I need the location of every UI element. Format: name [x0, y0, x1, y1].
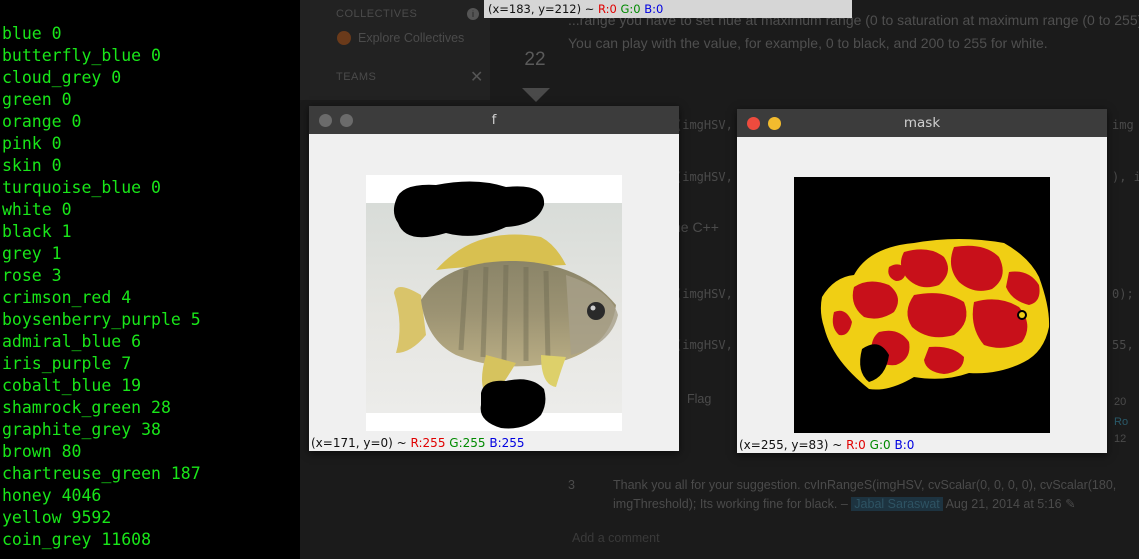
terminal-line: admiral_blue 6	[2, 332, 142, 351]
info-icon[interactable]: i	[467, 8, 479, 20]
pixel-r: R:0	[846, 438, 866, 452]
terminal-line: yellow 9592	[2, 508, 112, 527]
comment-user-link[interactable]: Jabal Saraswat	[851, 497, 943, 511]
side-snippet[interactable]: Ro	[1114, 416, 1128, 428]
window-mask[interactable]: mask (x=255, y=83) ~ R:0 G:0 B:0	[737, 109, 1107, 453]
terminal-line: iris_purple 7	[2, 354, 132, 373]
answer-text-cpp: he C++	[673, 219, 719, 235]
code-line: (imgHSV,	[675, 118, 733, 132]
pixel-g: G:0	[869, 438, 891, 452]
code-line: (imgHSV,	[675, 338, 733, 352]
code-line-tail: img	[1112, 118, 1134, 132]
comment-date: Aug 21, 2014 at 5:16	[945, 497, 1062, 511]
terminal-line: cobalt_blue 19	[2, 376, 142, 395]
add-comment-link[interactable]: Add a comment	[572, 531, 660, 545]
terminal-line: brown 80	[2, 442, 82, 461]
comment: Thank you all for your suggestion. cvInR…	[613, 478, 1117, 511]
collectives-heading: COLLECTIVES	[336, 8, 418, 20]
terminal-line: rose 3	[2, 266, 62, 285]
terminal-line: white 0	[2, 200, 72, 219]
explore-collectives-link[interactable]: Explore Collectives	[358, 31, 464, 45]
teams-heading: TEAMS	[336, 71, 377, 83]
terminal-line: graphite_grey 38	[2, 420, 161, 439]
terminal-line: chartreuse_green 187	[2, 464, 201, 483]
terminal-line: boysenberry_purple 5	[2, 310, 201, 329]
pixel-b: B:0	[644, 2, 664, 16]
terminal-line: orange 0	[2, 112, 82, 131]
terminal-line: turquoise_blue 0	[2, 178, 161, 197]
code-line-tail: 55,	[1112, 338, 1134, 352]
terminal-line: skin 0	[2, 156, 62, 175]
code-line-tail: ), i	[1112, 170, 1139, 184]
mask-image[interactable]	[794, 177, 1050, 433]
pixel-info-bar: (x=183, y=212) ~ R:0 G:0 B:0	[484, 0, 852, 18]
close-icon[interactable]: ✕	[470, 67, 483, 87]
pixel-b: B:0	[894, 438, 915, 452]
terminal-line: crimson_red 4	[2, 288, 132, 307]
downvote-arrow-icon[interactable]	[522, 88, 550, 102]
pixel-info-text: (x=183, y=212) ~ R:0 G:0 B:0	[488, 2, 663, 16]
code-line: (imgHSV,	[675, 170, 733, 184]
pixel-coords: (x=171, y=0) ~	[311, 436, 411, 450]
window-f-status: (x=171, y=0) ~ R:255 G:255 B:255	[311, 436, 525, 450]
pixel-coords: (x=255, y=83) ~	[739, 438, 847, 452]
window-mask-status: (x=255, y=83) ~ R:0 G:0 B:0	[739, 438, 914, 452]
code-line-tail: 0);	[1112, 287, 1134, 301]
terminal-line: cloud_grey 0	[2, 68, 122, 87]
pixel-r: R:255	[410, 436, 446, 450]
window-title: mask	[903, 115, 941, 131]
terminal-line: blue 0	[2, 24, 62, 43]
collectives-icon	[337, 31, 351, 45]
terminal-line: grey 1	[2, 244, 62, 263]
terminal-line: pink 0	[2, 134, 62, 153]
pixel-b: B:255	[489, 436, 525, 450]
side-snippet: 12	[1114, 433, 1127, 445]
fish-picture	[366, 181, 622, 429]
fish-image[interactable]	[366, 175, 622, 431]
pixel-r: R:0	[598, 2, 617, 16]
terminal-output: blue 0 butterfly_blue 0 cloud_grey 0 green …	[0, 0, 300, 559]
side-snippet: 20	[1114, 396, 1127, 408]
terminal-line: shamrock_green 28	[2, 398, 171, 417]
vote-count: 22	[524, 49, 546, 70]
pixel-g: G:255	[449, 436, 486, 450]
pixel-g: G:0	[620, 2, 641, 16]
window-f[interactable]: f (x=171, y=0) ~ R:255 G:255 B:255	[309, 106, 679, 451]
terminal-line: black 1	[2, 222, 72, 241]
terminal-line: butterfly_blue 0	[2, 46, 161, 65]
flag-link[interactable]: Flag	[687, 392, 711, 406]
comment-vote-count: 3	[568, 478, 575, 492]
code-line: (imgHSV,	[675, 287, 733, 301]
window-mask-titlebar[interactable]: mask	[737, 109, 1107, 137]
window-f-titlebar[interactable]: f	[309, 106, 679, 134]
terminal-line: green 0	[2, 90, 72, 109]
window-title: f	[491, 112, 497, 128]
terminal-line: honey 4046	[2, 486, 102, 505]
mask-picture	[794, 177, 1050, 433]
terminal-line: coin_grey 11608	[2, 530, 152, 549]
pixel-coords: (x=183, y=212) ~	[488, 2, 599, 16]
